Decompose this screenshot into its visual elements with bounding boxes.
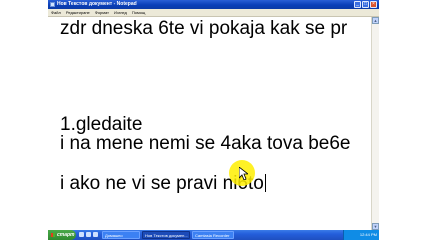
window-title: Нов Текстов документ - Notepad bbox=[57, 1, 137, 7]
text-editor-area[interactable]: zdr dneska 6te vi pokaja kak se pr 1.gle… bbox=[48, 17, 371, 230]
vertical-scrollbar[interactable]: ▲ ▼ bbox=[371, 17, 379, 230]
menu-view[interactable]: Изглед bbox=[114, 9, 127, 16]
system-tray: 12:44 PM bbox=[343, 230, 379, 240]
letterbox-right bbox=[379, 0, 427, 240]
letterbox-left bbox=[0, 0, 48, 240]
menu-format[interactable]: Формат bbox=[95, 9, 109, 16]
task-button-active[interactable]: Нов Текстов докумен... bbox=[142, 231, 190, 239]
close-button[interactable]: × bbox=[370, 1, 377, 8]
task-button[interactable]: Camtasia Recorder bbox=[192, 231, 234, 239]
taskbar-tasks: Домашно Нов Текстов докумен... Camtasia … bbox=[102, 231, 234, 239]
windows-logo-icon bbox=[51, 233, 55, 237]
quick-launch-icon[interactable] bbox=[79, 232, 84, 237]
notepad-icon bbox=[50, 2, 55, 7]
menu-file[interactable]: Файл bbox=[51, 9, 61, 16]
scroll-down-arrow-icon[interactable]: ▼ bbox=[372, 223, 379, 230]
taskbar: старт Домашно Нов Текстов докумен... Cam… bbox=[48, 230, 379, 240]
task-button[interactable]: Домашно bbox=[102, 231, 140, 239]
clock[interactable]: 12:44 PM bbox=[360, 232, 377, 237]
maximize-button[interactable]: □ bbox=[362, 1, 369, 8]
menu-edit[interactable]: Редактиране bbox=[66, 9, 90, 16]
menu-help[interactable]: Помощ bbox=[132, 9, 145, 16]
menu-bar: Файл Редактиране Формат Изглед Помощ bbox=[48, 9, 379, 17]
start-button[interactable]: старт bbox=[48, 230, 76, 240]
quick-launch-icon[interactable] bbox=[86, 232, 91, 237]
text-caret bbox=[264, 174, 266, 192]
text-line: i na mene nemi se 4aka tova be6e bbox=[60, 133, 351, 154]
notepad-title-bar[interactable]: Нов Текстов документ - Notepad _ □ × bbox=[48, 0, 379, 9]
scroll-up-arrow-icon[interactable]: ▲ bbox=[372, 17, 379, 24]
window-controls: _ □ × bbox=[354, 1, 377, 8]
minimize-button[interactable]: _ bbox=[354, 1, 361, 8]
text-line: zdr dneska 6te vi pokaja kak se pr bbox=[60, 18, 348, 39]
quick-launch-icon[interactable] bbox=[93, 232, 98, 237]
mouse-pointer-icon bbox=[239, 167, 248, 180]
start-label: старт bbox=[57, 232, 75, 238]
desktop-screen: Нов Текстов документ - Notepad _ □ × Фай… bbox=[48, 0, 379, 240]
quick-launch bbox=[79, 232, 98, 237]
